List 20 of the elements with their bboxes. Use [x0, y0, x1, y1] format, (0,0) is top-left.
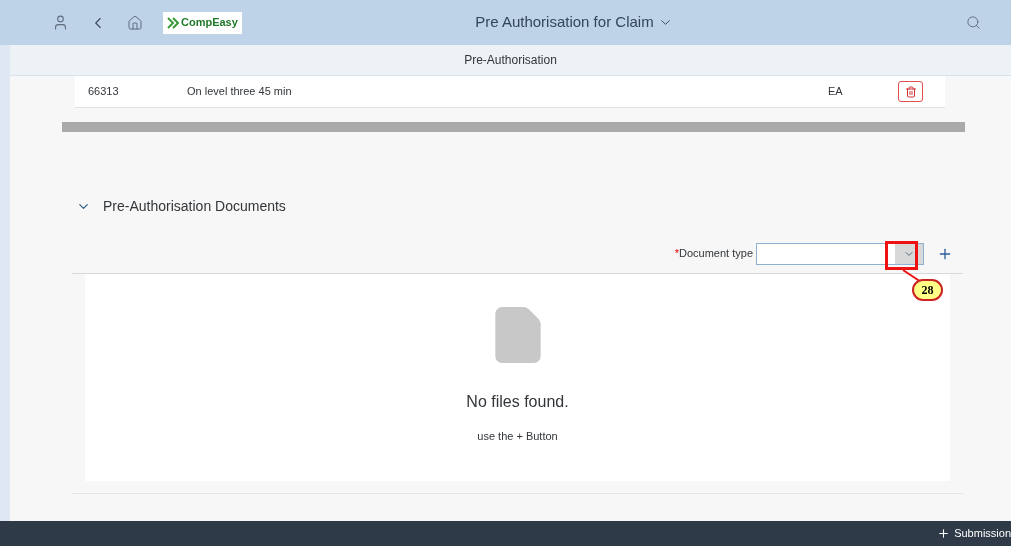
trash-icon [904, 85, 917, 98]
document-type-field[interactable] [756, 242, 924, 265]
section-header[interactable]: Pre-Authorisation Documents [72, 194, 963, 218]
delete-button[interactable] [898, 81, 923, 102]
user-icon[interactable] [52, 14, 69, 31]
search-icon[interactable] [966, 15, 981, 30]
highlight-frame [885, 241, 918, 270]
title-menu[interactable]: Pre Authorisation for Claim [475, 11, 673, 34]
plus-icon [937, 527, 951, 540]
home-icon[interactable] [127, 14, 143, 31]
table-cell-text: 66313 [87, 84, 120, 100]
logo[interactable]: CompEasy [163, 11, 242, 34]
table-cell-text: EA [828, 84, 844, 100]
submission-button[interactable]: Submission [937, 525, 1011, 542]
table-cell-text: On level three 45 min [187, 84, 293, 100]
field-label: *Document type [674, 246, 753, 262]
empty-title: No files found. [466, 392, 569, 412]
empty-hint: use the + Button [477, 429, 558, 444]
page-title: Pre-Authorisation [464, 52, 557, 69]
logo-mark-icon [167, 15, 179, 30]
